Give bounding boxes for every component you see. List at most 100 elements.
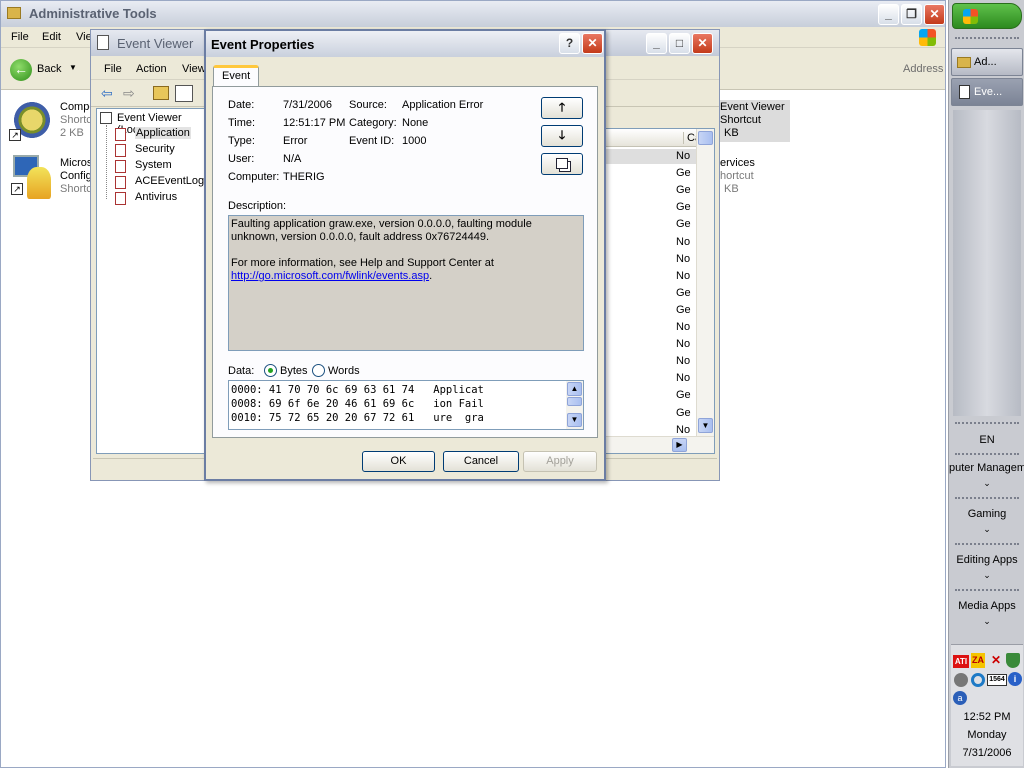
chevron-down-icon[interactable]: ⌄: [949, 616, 1024, 627]
description-dot: .: [429, 270, 433, 282]
row-category-cell: Ge: [676, 406, 691, 419]
ev-maximize-button[interactable]: □: [669, 33, 690, 54]
copy-icon: [556, 158, 568, 169]
dialog-title: Event Properties: [211, 37, 315, 52]
task-event-viewer[interactable]: Eve...: [951, 78, 1023, 106]
copy-event-button[interactable]: [541, 153, 583, 175]
source-label: Source:: [349, 99, 387, 111]
language-indicator[interactable]: EN: [949, 434, 1024, 446]
back-dropdown-icon[interactable]: ▼: [69, 63, 77, 72]
menu-file[interactable]: File: [11, 31, 29, 43]
clock-day[interactable]: Monday: [949, 729, 1024, 741]
scroll-right-arrow-icon[interactable]: ▶: [672, 438, 687, 452]
scroll-thumb[interactable]: [698, 131, 713, 145]
chevron-down-icon[interactable]: ⌄: [949, 478, 1024, 489]
menu-edit[interactable]: Edit: [42, 31, 61, 43]
ati-icon[interactable]: ATI: [953, 655, 969, 668]
scroll-down-arrow-icon[interactable]: ▼: [567, 413, 582, 427]
scroll-down-arrow-icon[interactable]: ▼: [698, 418, 713, 433]
ev-close-button[interactable]: ✕: [692, 33, 713, 54]
restore-button[interactable]: ❐: [901, 4, 922, 25]
bytes-radio[interactable]: [264, 364, 277, 377]
words-radio[interactable]: [312, 364, 325, 377]
apply-button[interactable]: Apply: [523, 451, 597, 472]
ev-minimize-button[interactable]: _: [646, 33, 667, 54]
description-textbox[interactable]: Faulting application graw.exe, version 0…: [228, 215, 584, 351]
bytes-label[interactable]: Bytes: [280, 365, 308, 377]
clock-date[interactable]: 7/31/2006: [949, 747, 1024, 759]
hex-line: 0010: 75 72 65 20 20 67 72 61 ure gra: [231, 412, 484, 424]
up-folder-icon[interactable]: [153, 86, 169, 100]
toolbar-grip[interactable]: [955, 543, 1019, 546]
row-category-cell: No: [676, 423, 691, 436]
clock-time[interactable]: 12:52 PM: [949, 711, 1024, 723]
ev-menu-view[interactable]: View: [182, 63, 206, 75]
words-label[interactable]: Words: [328, 365, 360, 377]
start-button[interactable]: [952, 3, 1022, 29]
hex-scrollbar[interactable]: ▲ ▼: [566, 381, 583, 429]
security-shield-icon[interactable]: [1006, 653, 1020, 668]
admin-item-component-services[interactable]: ↗ Compo Shortc 2 KB: [7, 97, 97, 147]
folder-icon: [7, 7, 21, 19]
forward-arrow-icon[interactable]: ⇨: [123, 85, 135, 102]
row-category-cell: Ge: [676, 303, 691, 316]
back-button-label[interactable]: Back: [37, 63, 61, 75]
minimize-button[interactable]: _: [878, 4, 899, 25]
info-icon[interactable]: i: [1008, 672, 1022, 686]
scroll-up-arrow-icon[interactable]: ▲: [567, 382, 582, 396]
dialog-title-bar[interactable]: Event Properties ? ✕: [206, 31, 604, 57]
item-type: Shortcut: [720, 114, 761, 126]
list-vertical-scrollbar[interactable]: ▼: [696, 129, 714, 436]
back-arrow-icon[interactable]: ←: [10, 59, 32, 81]
task-admin-tools[interactable]: Ad...: [951, 48, 1023, 76]
row-category-cell: No: [676, 235, 691, 248]
item-type: hortcut: [720, 170, 754, 182]
dialog-close-button[interactable]: ✕: [582, 33, 603, 54]
folder-icon: [957, 57, 971, 68]
admin-item-configuration[interactable]: ↗ Micros Config Shortc: [7, 153, 97, 203]
admin-title-bar[interactable]: Administrative Tools _ ❐ ✕: [1, 1, 945, 27]
previous-event-button[interactable]: 🡑: [541, 97, 583, 119]
zonealarm-icon[interactable]: ZA: [971, 653, 985, 668]
ev-menu-action[interactable]: Action: [136, 63, 167, 75]
item-name-line2: Config: [60, 170, 92, 182]
data-hex-box[interactable]: 0000: 41 70 70 6c 69 63 61 74 Applicat 0…: [228, 380, 584, 430]
scroll-thumb[interactable]: [567, 397, 582, 406]
updates-icon[interactable]: a: [953, 691, 967, 705]
ok-button[interactable]: OK: [362, 451, 435, 472]
close-button[interactable]: ✕: [924, 4, 945, 25]
network-error-icon[interactable]: ✕: [988, 653, 1004, 668]
tree-item-label: Antivirus: [135, 191, 178, 203]
tray-counter[interactable]: 1564: [987, 674, 1007, 686]
computer-label: Computer:: [228, 171, 280, 183]
show-tree-icon[interactable]: [175, 85, 193, 102]
admin-item-services[interactable]: ervices hortcut KB: [720, 156, 790, 198]
toolbar-grip[interactable]: [955, 422, 1019, 425]
tab-event[interactable]: Event: [213, 65, 259, 87]
audio-icon[interactable]: [954, 673, 968, 687]
time-label: Time:: [228, 117, 256, 129]
cancel-button[interactable]: Cancel: [443, 451, 519, 472]
help-link[interactable]: http://go.microsoft.com/fwlink/events.as…: [231, 270, 429, 282]
group-computer-management[interactable]: puter Managem: [949, 462, 1024, 474]
back-arrow-icon[interactable]: ⇦: [101, 85, 113, 102]
sync-icon[interactable]: [971, 673, 985, 687]
next-event-button[interactable]: 🡓: [541, 125, 583, 147]
chevron-down-icon[interactable]: ⌄: [949, 524, 1024, 535]
ev-menu-file[interactable]: File: [104, 63, 122, 75]
tree-line: [106, 125, 107, 199]
group-editing-apps[interactable]: Editing Apps: [949, 554, 1024, 566]
task-label: Ad...: [974, 56, 997, 68]
help-button[interactable]: ?: [559, 33, 580, 54]
group-media-apps[interactable]: Media Apps: [949, 600, 1024, 612]
tree-item-label: Application: [135, 127, 191, 139]
toolbar-grip[interactable]: [955, 453, 1019, 456]
chevron-down-icon[interactable]: ⌄: [949, 570, 1024, 581]
admin-item-event-viewer[interactable]: Event Viewer Shortcut KB: [720, 100, 790, 142]
taskbar-grip[interactable]: [955, 37, 1019, 40]
group-gaming[interactable]: Gaming: [949, 508, 1024, 520]
log-icon: [115, 144, 126, 157]
toolbar-grip[interactable]: [955, 497, 1019, 500]
item-name: Micros: [60, 157, 93, 169]
toolbar-grip[interactable]: [955, 589, 1019, 592]
